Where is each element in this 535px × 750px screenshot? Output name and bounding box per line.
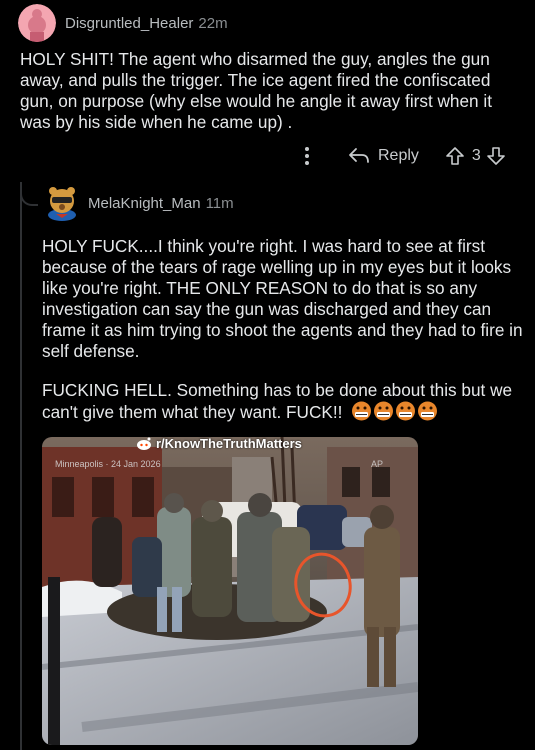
subreddit-watermark: r/KnowTheTruthMatters	[135, 436, 302, 451]
user-avatar-icon[interactable]	[44, 185, 80, 221]
parent-comment-actions: Reply 3	[300, 146, 506, 166]
downvote-arrow-icon	[487, 147, 505, 165]
upvote-arrow-icon	[446, 147, 464, 165]
parent-comment-body: HOLY SHIT! The agent who disarmed the gu…	[20, 49, 492, 132]
angry-face-icon	[352, 401, 372, 421]
reply-comment-header: MelaKnight_Man 11m	[44, 185, 234, 221]
reply-label: Reply	[378, 147, 419, 164]
thread-line[interactable]	[20, 182, 22, 750]
reply-button[interactable]: Reply	[348, 147, 419, 165]
watermark-text: r/KnowTheTruthMatters	[156, 436, 302, 451]
video-caption: Minneapolis · 24 Jan 2026	[55, 459, 161, 469]
parent-timestamp: 22m	[198, 14, 228, 32]
parent-comment-header: Disgruntled_Healer 22m	[18, 4, 228, 42]
more-options-icon[interactable]	[300, 147, 314, 165]
vote-count: 3	[471, 147, 481, 164]
reply-timestamp: 11m	[205, 194, 234, 212]
angry-face-icon	[374, 401, 394, 421]
reply-paragraph-2-container: FUCKING HELL. Something has to be done a…	[42, 380, 526, 423]
reply-paragraph-2: FUCKING HELL. Something has to be done a…	[42, 380, 513, 422]
angry-face-icon	[418, 401, 438, 421]
embedded-video[interactable]	[42, 437, 418, 745]
video-corner-label: AP	[371, 459, 384, 469]
reply-paragraph-1: HOLY FUCK....I think you're right. I was…	[42, 236, 523, 361]
downvote-button[interactable]	[486, 146, 506, 166]
parent-username[interactable]: Disgruntled_Healer	[65, 15, 193, 32]
user-avatar-icon[interactable]	[18, 4, 56, 42]
angry-face-icon	[396, 401, 416, 421]
reddit-logo-icon	[137, 437, 151, 450]
reply-username[interactable]: MelaKnight_Man	[88, 195, 201, 212]
thread-connector	[20, 182, 38, 206]
emoji-row	[351, 401, 438, 421]
video-still-image	[42, 437, 418, 745]
reply-arrow-icon	[349, 148, 369, 163]
upvote-button[interactable]	[445, 146, 465, 166]
